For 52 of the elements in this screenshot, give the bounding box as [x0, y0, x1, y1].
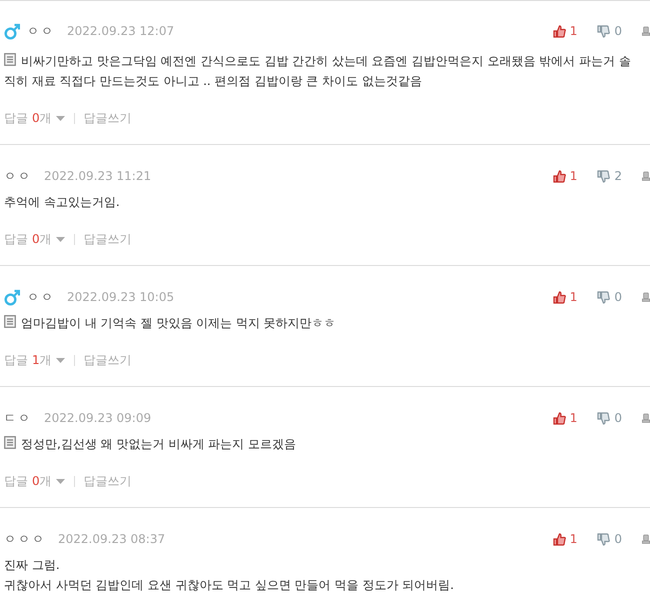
caret-icon [56, 358, 65, 362]
dislike-button[interactable]: 0 [597, 288, 622, 306]
write-reply-link[interactable]: 답글쓰기 [84, 230, 132, 248]
dislike-button[interactable]: 0 [597, 22, 622, 40]
nickname[interactable]: ㅇㅇ [4, 167, 32, 185]
reply-toggle[interactable]: 답글 1개 [4, 351, 65, 369]
like-button[interactable]: 1 [552, 409, 578, 427]
write-reply-link[interactable]: 답글쓰기 [84, 109, 132, 127]
caret-icon [56, 236, 65, 242]
nickname[interactable]: ㅇㅇㅇ [4, 530, 46, 548]
write-reply-link[interactable]: 답글쓰기 [84, 351, 132, 369]
like-button[interactable]: 1 [552, 167, 578, 185]
reply-toggle[interactable]: 답글 0개 [4, 472, 65, 490]
comment-text: 추억에 속고있는거임. [4, 194, 121, 211]
nickname[interactable]: ㄷㅇ [4, 409, 32, 427]
comment-text: 진짜 그럼. 귀찮아서 사먹던 김밥인데 요샌 귀찮아도 먹고 싶으면 만들어 먹을 정도가 되어버림. [4, 557, 455, 594]
like-button[interactable]: 1 [552, 288, 578, 306]
person-icon[interactable] [642, 25, 650, 37]
thumbs-up-icon [552, 532, 566, 546]
person-icon[interactable] [642, 291, 650, 303]
thumbs-down-icon [597, 24, 610, 38]
comment-date: 2022.09.23 11:21 [44, 168, 152, 185]
dislike-button[interactable]: 0 [597, 409, 622, 427]
thumbs-down-icon [597, 532, 610, 546]
thumbs-down-icon [597, 412, 610, 424]
comment-date: 2022.09.23 08:37 [58, 531, 166, 548]
person-icon[interactable] [642, 533, 650, 545]
comment-text: 엄마김밥이 내 기억속 젤 맛있음 이제는 먹지 못하지만ㅎㅎ [4, 313, 650, 333]
thumbs-down-icon [597, 290, 610, 304]
thumbs-up-icon [552, 290, 566, 304]
comment-date: 2022.09.23 10:05 [67, 289, 174, 306]
thumbs-up-icon [552, 24, 566, 38]
person-icon[interactable] [642, 412, 650, 424]
comment-text: 비싸기만하고 맛은그닥임 예전엔 간식으로도 김밥 간간히 샀는데 요즘엔 김밥안먹은지 오래됐음 밖에서 파는거 솔직히 재료 직접다 만드는것도 아니고 .. 편의점 김밥이랑 큰 차이도 없는것같음 [4, 52, 632, 90]
dislike-button[interactable]: 2 [597, 167, 622, 185]
caret-icon [56, 116, 65, 120]
dislike-button[interactable]: 0 [597, 530, 622, 548]
thumbs-down-icon [597, 170, 610, 182]
comment-date: 2022.09.23 09:09 [44, 410, 152, 427]
person-icon[interactable] [642, 170, 650, 182]
comment-date: 2022.09.23 12:07 [67, 23, 174, 40]
thumbs-up-icon [552, 412, 566, 424]
like-button[interactable]: 1 [552, 530, 578, 548]
reply-toggle[interactable]: 답글 0개 [4, 109, 65, 127]
reply-toggle[interactable]: 답글 0개 [4, 230, 65, 248]
write-reply-link[interactable]: 답글쓰기 [84, 472, 132, 490]
nickname[interactable]: ㅇㅇ [27, 22, 55, 40]
caret-icon [56, 478, 65, 484]
nickname[interactable]: ㅇㅇ [27, 288, 55, 306]
comment-text: 정성만,김선생 왜 맛없는거 비싸게 파는지 모르겠음 [4, 434, 650, 454]
thumbs-up-icon [552, 170, 566, 182]
like-button[interactable]: 1 [552, 22, 578, 40]
